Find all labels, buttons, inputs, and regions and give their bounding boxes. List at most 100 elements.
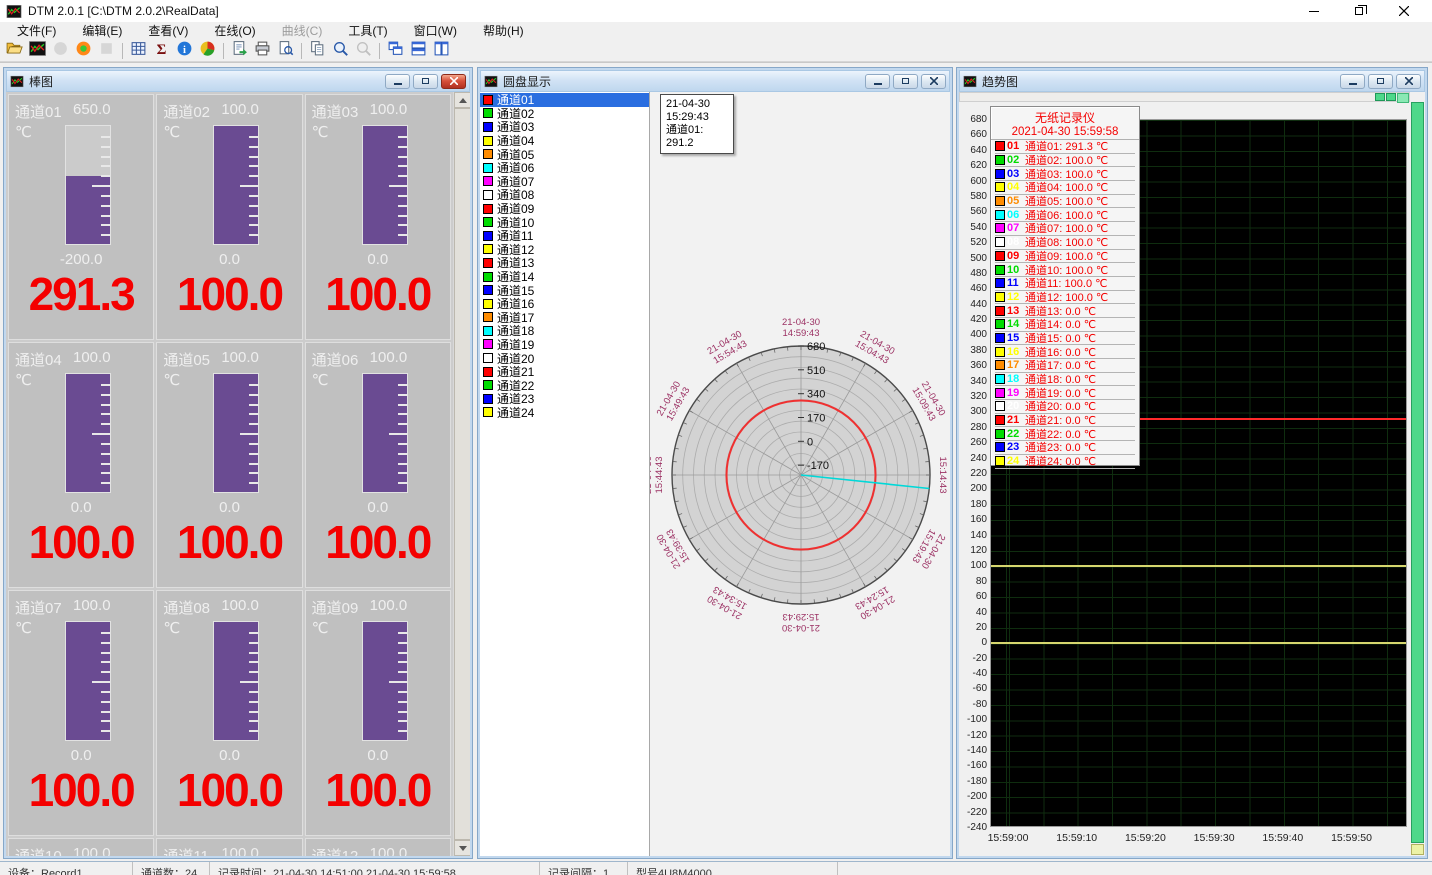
disc-close-button[interactable]	[921, 74, 946, 89]
trend-scrollbar-end[interactable]	[1411, 844, 1424, 855]
trend-maximize-button[interactable]	[1368, 74, 1393, 89]
realtime-chart-button[interactable]	[26, 40, 49, 61]
scroll-block[interactable]	[1375, 93, 1385, 101]
legend-color-swatch	[995, 442, 1005, 452]
gauge-tick	[398, 165, 407, 167]
bar-close-button[interactable]	[441, 74, 466, 89]
gauge-channel-label: 通道10	[15, 845, 63, 856]
bar-window-titlebar[interactable]: 棒图	[6, 70, 470, 92]
trend-minimize-button[interactable]	[1340, 74, 1365, 89]
tile-horizontal-button[interactable]	[407, 40, 430, 61]
pie-chart-button[interactable]	[196, 40, 219, 61]
copy-button[interactable]	[306, 40, 329, 61]
gauge-max-value: 100.0	[370, 845, 408, 856]
scroll-block[interactable]	[1386, 93, 1396, 101]
channel-color-swatch	[483, 272, 493, 282]
gauge-tick	[398, 701, 407, 703]
legend-channel-number: 13	[1007, 305, 1025, 317]
menu-item-window[interactable]: 窗口(W)	[401, 22, 470, 40]
trend-close-button[interactable]	[1396, 74, 1421, 89]
open-file-button[interactable]	[3, 40, 26, 61]
cascade-windows-button[interactable]	[384, 40, 407, 61]
channel-list-item-24[interactable]: 通道24	[480, 406, 649, 420]
menu-item-help[interactable]: 帮助(H)	[470, 22, 537, 40]
svg-text:170: 170	[807, 413, 825, 425]
polar-chart: 6805103401700-17021-04-3014:59:4321-04-3…	[650, 92, 950, 856]
gauge-tick	[389, 185, 407, 187]
gauge-tick	[249, 711, 258, 713]
channel-color-swatch	[483, 258, 493, 268]
data-table-button[interactable]	[127, 40, 150, 61]
print-preview-button[interactable]	[274, 40, 297, 61]
disc-maximize-button[interactable]	[893, 74, 918, 89]
tile-vertical-button[interactable]	[430, 40, 453, 61]
menu-item-tools[interactable]: 工具(T)	[335, 22, 400, 40]
gauge-tick	[101, 652, 110, 654]
gauge-通道08: 通道08100.0℃0.0100.0	[156, 590, 302, 836]
trend-vertical-scrollbar[interactable]	[1411, 102, 1424, 843]
gauge-unit: ℃	[163, 123, 180, 141]
svg-text:21-04-3015:44:43: 21-04-3015:44:43	[650, 456, 665, 494]
gauge-tick	[398, 205, 407, 207]
info-button[interactable]: i	[173, 40, 196, 61]
trend-horizontal-scrollbar[interactable]	[959, 92, 1410, 102]
svg-text:21-04-3015:29:43: 21-04-3015:29:43	[782, 611, 820, 633]
gauge-bar	[65, 373, 111, 493]
disc-window-client: 通道01通道02通道03通道04通道05通道06通道07通道08通道09通道10…	[480, 92, 950, 856]
menu-item-online[interactable]: 在线(O)	[201, 22, 268, 40]
window-controls	[1291, 0, 1426, 22]
record-start-button[interactable]	[72, 40, 95, 61]
legend-color-swatch	[995, 360, 1005, 370]
bar-restore-button[interactable]	[413, 74, 438, 89]
legend-channel-number: 16	[1007, 346, 1025, 358]
restore-button[interactable]	[1336, 0, 1381, 22]
gauge-tick	[398, 215, 407, 217]
scrollbar-thumb[interactable]	[454, 108, 470, 840]
bar-window-client: 通道01650.0℃-200.0291.3通道02100.0℃0.0100.0通…	[6, 92, 470, 856]
close-button[interactable]	[1381, 0, 1426, 22]
y-tick-label: -160	[959, 760, 987, 771]
gauge-tick	[389, 433, 407, 435]
app-titlebar[interactable]: DTM 2.0.1 [C:\DTM 2.0.2\RealData]	[0, 0, 1432, 22]
trend-window-titlebar[interactable]: 趋势图	[959, 70, 1425, 92]
legend-channel-number: 14	[1007, 318, 1025, 330]
scroll-down-button[interactable]	[454, 840, 470, 856]
gauge-通道07: 通道07100.0℃0.0100.0	[8, 590, 154, 836]
y-tick-label: 20	[959, 622, 987, 633]
disc-window-titlebar[interactable]: 圆盘显示	[480, 70, 950, 92]
gauge-tick	[398, 642, 407, 644]
bar-window-scrollbar[interactable]	[453, 92, 470, 856]
gauge-tick	[398, 463, 407, 465]
zoom-in-button[interactable]	[329, 40, 352, 61]
gauge-通道06: 通道06100.0℃0.0100.0	[305, 342, 451, 588]
gauge-min-value: 0.0	[157, 499, 301, 516]
disc-window-icon	[484, 75, 498, 88]
legend-channel-number: 01	[1007, 140, 1025, 152]
scroll-up-button[interactable]	[454, 92, 470, 108]
bar-minimize-button[interactable]	[385, 74, 410, 89]
gauge-tick	[101, 175, 110, 177]
legend-channel-number: 07	[1007, 222, 1025, 234]
legend-channel-number: 11	[1007, 277, 1025, 289]
gauge-tick	[398, 156, 407, 158]
svg-text:680: 680	[807, 341, 825, 353]
statistics-sigma-button[interactable]: Σ	[150, 40, 173, 61]
legend-channel-number: 19	[1007, 387, 1025, 399]
gauge-bar	[362, 373, 408, 493]
export-button[interactable]	[228, 40, 251, 61]
gauge-header: 通道02100.0	[163, 101, 259, 122]
gauge-max-value: 100.0	[370, 597, 408, 618]
menu-item-file[interactable]: 文件(F)	[4, 22, 69, 40]
y-tick-label: -220	[959, 807, 987, 818]
menu-item-edit[interactable]: 编辑(E)	[69, 22, 135, 40]
record-start-icon	[75, 40, 92, 62]
trend-window-buttons	[1340, 74, 1421, 89]
print-button[interactable]	[251, 40, 274, 61]
gauge-unit: ℃	[312, 123, 329, 141]
menu-item-curve[interactable]: 曲线(C)	[269, 22, 336, 40]
gauge-tick	[249, 423, 258, 425]
menu-item-view[interactable]: 查看(V)	[135, 22, 201, 40]
legend-color-swatch	[995, 182, 1005, 192]
disc-minimize-button[interactable]	[865, 74, 890, 89]
minimize-button[interactable]	[1291, 0, 1336, 22]
